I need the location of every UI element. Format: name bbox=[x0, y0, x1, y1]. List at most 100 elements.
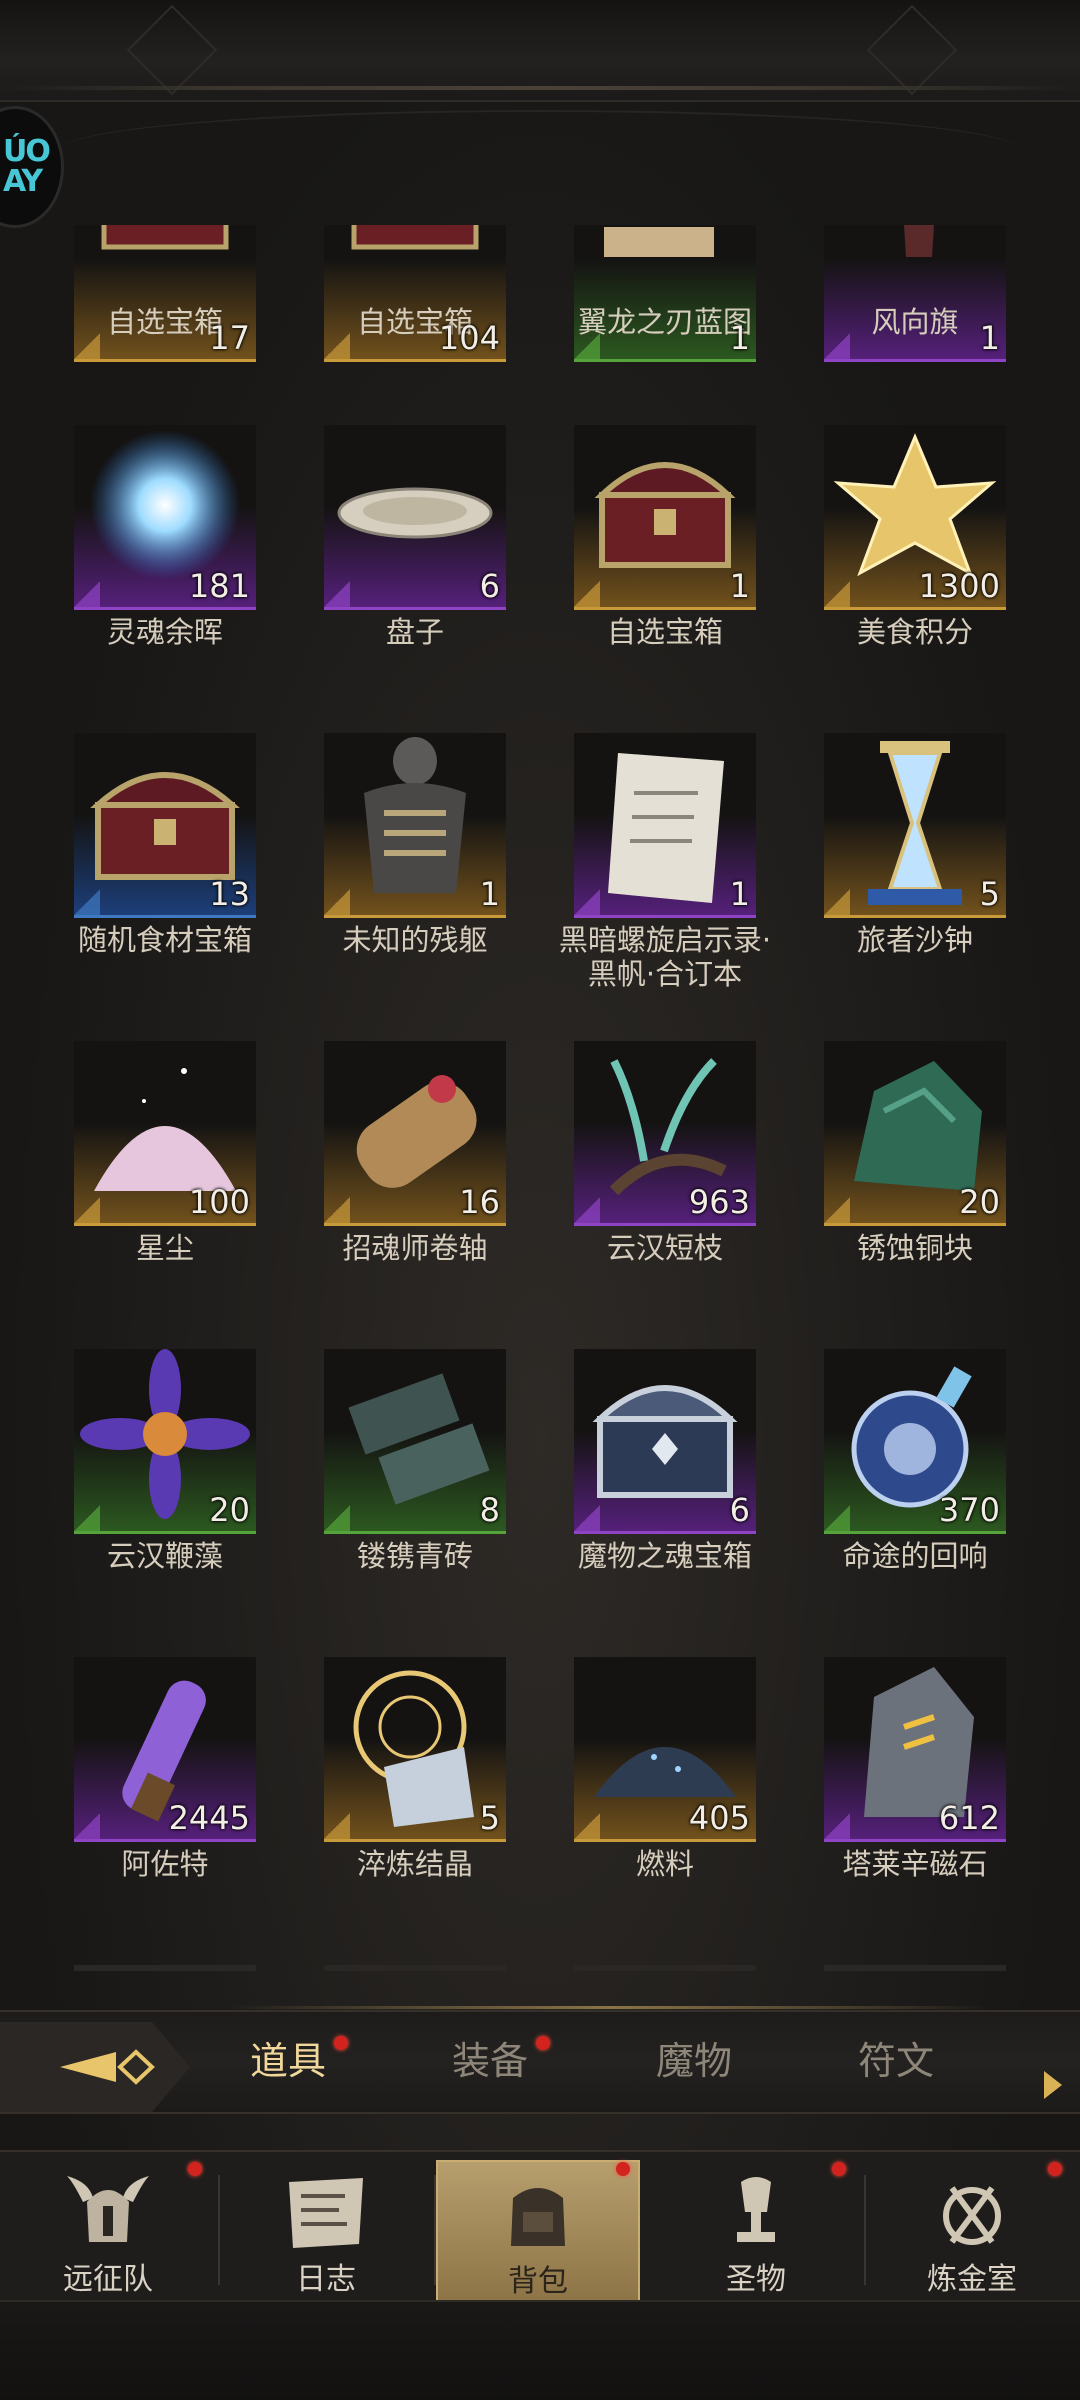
next-row-edge bbox=[574, 1965, 756, 1971]
inventory-item[interactable]: 20 云汉鞭藻 bbox=[70, 1349, 260, 1573]
tab-monsters[interactable]: 魔物 bbox=[656, 2030, 732, 2085]
item-name: 云汉短枝 bbox=[606, 1231, 723, 1265]
inventory-item[interactable]: 963 云汉短枝 bbox=[570, 1041, 760, 1265]
journal-map-icon bbox=[289, 2178, 363, 2248]
inventory-item[interactable]: 13 随机食材宝箱 bbox=[70, 733, 260, 957]
inventory-item[interactable]: 612 塔莱辛磁石 bbox=[820, 1657, 1010, 1881]
inventory-item[interactable]: 370 命途的回响 bbox=[820, 1349, 1010, 1573]
item-count: 1 bbox=[729, 875, 750, 913]
inventory-item[interactable]: 1 翼龙之刃蓝图 bbox=[570, 225, 760, 445]
notification-dot bbox=[832, 2162, 846, 2176]
item-count: 16 bbox=[459, 1183, 500, 1221]
notification-dot bbox=[188, 2162, 202, 2176]
inventory-item[interactable]: 104 自选宝箱 bbox=[320, 225, 510, 445]
item-count: 5 bbox=[979, 875, 1000, 913]
item-tile: 405 bbox=[574, 1657, 756, 1842]
item-count: 104 bbox=[438, 319, 500, 357]
item-name: 随机食材宝箱 bbox=[77, 923, 252, 957]
tab-scroll-left-button[interactable] bbox=[0, 2022, 190, 2112]
horned-helmet-icon bbox=[67, 2176, 149, 2242]
nav-relics[interactable]: 圣物 bbox=[656, 2160, 856, 2300]
frame-ornament bbox=[126, 4, 218, 96]
inventory-item[interactable]: 1 风向旗 bbox=[820, 225, 1010, 445]
item-name: 自选宝箱 bbox=[606, 615, 723, 649]
inventory-item[interactable]: 5 淬炼结晶 bbox=[320, 1657, 510, 1881]
inventory-item[interactable]: 1 自选宝箱 bbox=[570, 425, 760, 649]
nav-expedition[interactable]: 远征队 bbox=[8, 2160, 208, 2300]
game-screen: ÚO AY 17 自选宝箱 104 自选宝箱 1 翼龙之刃蓝图 1 风向旗 18… bbox=[0, 0, 1080, 2400]
tab-divider bbox=[230, 2006, 990, 2009]
nav-backpack[interactable]: 背包 bbox=[436, 2160, 640, 2304]
overlay-logo-icon: ÚO AY bbox=[3, 134, 51, 199]
item-count: 1 bbox=[479, 875, 500, 913]
inventory-item[interactable]: 16 招魂师卷轴 bbox=[320, 1041, 510, 1265]
frame-ornament bbox=[866, 4, 958, 96]
item-tile: 1 bbox=[574, 425, 756, 610]
inventory-item[interactable]: 1 未知的残躯 bbox=[320, 733, 510, 957]
item-tile: 612 bbox=[824, 1657, 1006, 1842]
item-name: 灵魂余晖 bbox=[106, 615, 223, 649]
item-count: 17 bbox=[209, 319, 250, 357]
item-tile: 6 bbox=[324, 425, 506, 610]
nav-label: 远征队 bbox=[63, 2262, 153, 2297]
item-count: 100 bbox=[188, 1183, 250, 1221]
item-tile: 20 bbox=[824, 1041, 1006, 1226]
item-name: 阿佐特 bbox=[121, 1847, 209, 1881]
inventory-item[interactable]: 20 锈蚀铜块 bbox=[820, 1041, 1010, 1265]
item-count: 405 bbox=[688, 1799, 750, 1837]
item-name: 旅者沙钟 bbox=[856, 923, 973, 957]
item-name: 星尘 bbox=[135, 1231, 194, 1265]
item-count: 13 bbox=[209, 875, 250, 913]
item-count: 1 bbox=[729, 319, 750, 357]
inventory-item[interactable]: 5 旅者沙钟 bbox=[820, 733, 1010, 957]
nav-label: 日志 bbox=[296, 2262, 356, 2297]
tab-items[interactable]: 道具 bbox=[250, 2030, 326, 2085]
inventory-item[interactable]: 6 盘子 bbox=[320, 425, 510, 649]
tab-scroll-right-icon[interactable] bbox=[1044, 2071, 1062, 2099]
inventory-item[interactable]: 17 自选宝箱 bbox=[70, 225, 260, 445]
inventory-grid: 17 自选宝箱 104 自选宝箱 1 翼龙之刃蓝图 1 风向旗 181 灵魂余晖… bbox=[0, 225, 1080, 1985]
item-count: 20 bbox=[959, 1183, 1000, 1221]
inventory-item[interactable]: 405 燃料 bbox=[570, 1657, 760, 1881]
item-name: 魔物之魂宝箱 bbox=[577, 1539, 752, 1573]
item-name: 镂镌青砖 bbox=[356, 1539, 473, 1573]
item-tile: 2445 bbox=[74, 1657, 256, 1842]
top-frame bbox=[0, 0, 1080, 102]
nav-alchemy-room[interactable]: 炼金室 bbox=[872, 2160, 1072, 2300]
frame-arch bbox=[60, 110, 1020, 222]
nav-label: 炼金室 bbox=[927, 2262, 1017, 2297]
item-name: 燃料 bbox=[635, 1847, 694, 1881]
item-tile: 13 bbox=[74, 733, 256, 918]
inventory-item[interactable]: 2445 阿佐特 bbox=[70, 1657, 260, 1881]
item-name: 盘子 bbox=[385, 615, 444, 649]
tab-equipment[interactable]: 装备 bbox=[452, 2030, 528, 2085]
inventory-item[interactable]: 8 镂镌青砖 bbox=[320, 1349, 510, 1573]
notification-dot bbox=[334, 2036, 348, 2050]
item-tile: 5 bbox=[824, 733, 1006, 918]
item-tile: 1 bbox=[574, 733, 756, 918]
item-tile: 17 bbox=[74, 225, 256, 362]
nav-separator bbox=[218, 2175, 220, 2285]
item-tile: 370 bbox=[824, 1349, 1006, 1534]
inventory-item[interactable]: 100 星尘 bbox=[70, 1041, 260, 1265]
inventory-item[interactable]: 1 黑暗螺旋启示录·黑帆·合订本 bbox=[559, 733, 771, 991]
item-name: 命途的回响 bbox=[842, 1539, 988, 1573]
alchemy-icon bbox=[943, 2186, 1001, 2245]
notification-dot bbox=[616, 2162, 630, 2176]
item-name: 黑暗螺旋启示录·黑帆·合订本 bbox=[558, 923, 772, 991]
nav-label: 背包 bbox=[508, 2264, 568, 2299]
item-count: 370 bbox=[938, 1491, 1000, 1529]
item-name: 云汉鞭藻 bbox=[106, 1539, 223, 1573]
inventory-item[interactable]: 6 魔物之魂宝箱 bbox=[570, 1349, 760, 1573]
tab-runes[interactable]: 符文 bbox=[858, 2030, 934, 2085]
item-count: 6 bbox=[729, 1491, 750, 1529]
inventory-item[interactable]: 181 灵魂余晖 bbox=[70, 425, 260, 649]
item-name: 塔莱辛磁石 bbox=[842, 1847, 988, 1881]
notification-dot bbox=[1048, 2162, 1062, 2176]
app-overlay-badge[interactable]: ÚO AY bbox=[0, 106, 64, 228]
item-tile: 8 bbox=[324, 1349, 506, 1534]
inventory-item[interactable]: 1300 美食积分 bbox=[820, 425, 1010, 649]
nav-journal[interactable]: 日志 bbox=[226, 2160, 426, 2300]
diamond-arrow-icon bbox=[60, 2049, 155, 2085]
next-row-edge bbox=[824, 1965, 1006, 1971]
